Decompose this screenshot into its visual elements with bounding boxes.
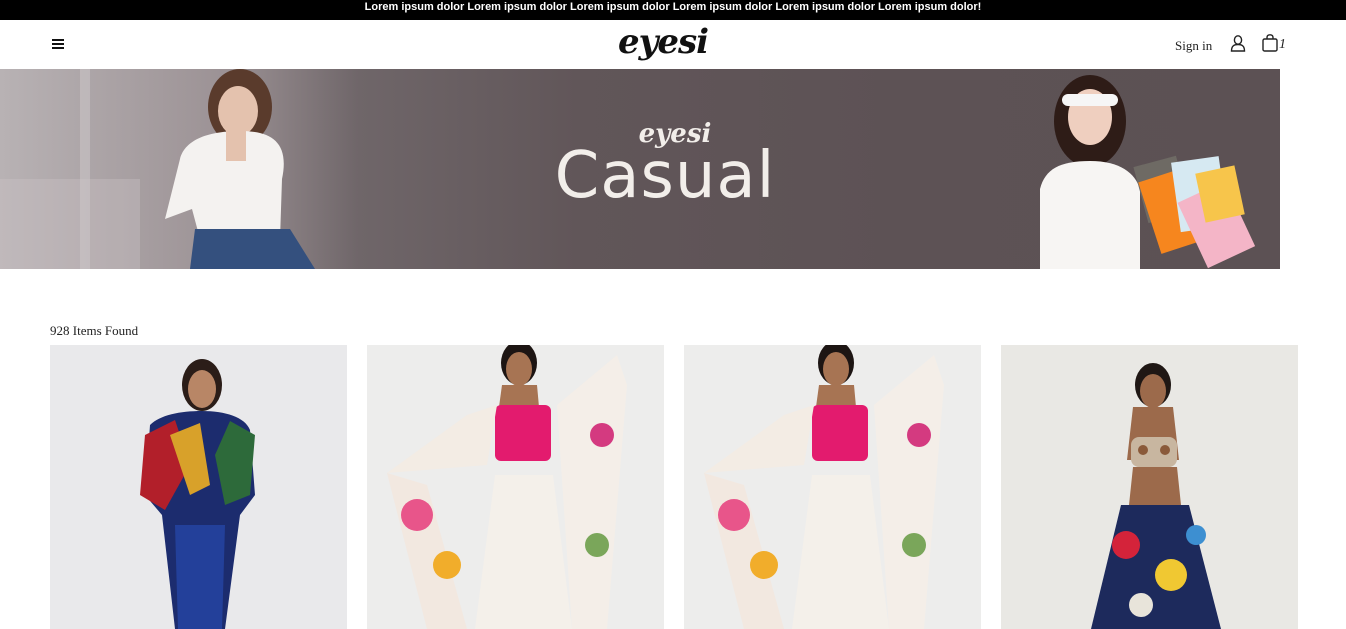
site-header: eyesi Sign in 1 — [0, 20, 1346, 69]
items-found-count: 928 Items Found — [50, 323, 139, 338]
banner-title: Casual — [554, 139, 776, 213]
shopping-bag-icon[interactable] — [1262, 34, 1278, 52]
cart-count-badge: 1 — [1279, 37, 1286, 52]
product-image — [1001, 345, 1298, 629]
announcement-text: Lorem ipsum dolor Lorem ipsum dolor Lore… — [364, 1, 982, 13]
product-image — [684, 345, 981, 629]
product-card-3[interactable] — [684, 345, 981, 629]
product-card-1[interactable] — [50, 345, 347, 629]
announcement-bar: Lorem ipsum dolor Lorem ipsum dolor Lore… — [0, 0, 1346, 20]
product-card-2[interactable] — [367, 345, 664, 629]
sign-in-link[interactable]: Sign in — [1175, 38, 1212, 54]
hamburger-menu-icon[interactable] — [52, 38, 66, 50]
product-card-4[interactable] — [1001, 345, 1298, 629]
site-logo[interactable]: eyesi — [618, 20, 709, 66]
product-image — [367, 345, 664, 629]
casual-hero-banner[interactable]: eyesi Casual — [0, 69, 1280, 269]
user-icon[interactable] — [1230, 35, 1246, 52]
product-image — [50, 345, 347, 629]
